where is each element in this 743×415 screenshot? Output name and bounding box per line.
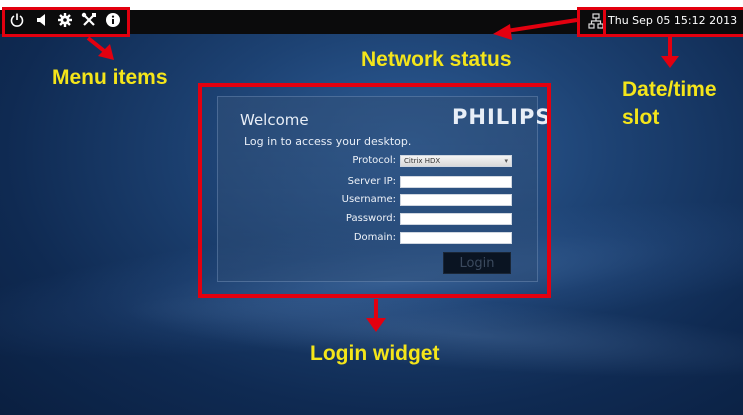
datetime-highlight [603, 7, 743, 37]
login-widget-annotation: Login widget [310, 342, 440, 365]
menu-items-highlight [2, 7, 130, 37]
network-status-annotation: Network status [361, 48, 512, 71]
network-status-highlight [577, 7, 606, 37]
menu-items-annotation: Menu items [52, 66, 168, 89]
login-widget-highlight [198, 83, 551, 298]
datetime-annotation-line2: slot [622, 106, 660, 129]
datetime-annotation-line1: Date/time [622, 78, 717, 101]
